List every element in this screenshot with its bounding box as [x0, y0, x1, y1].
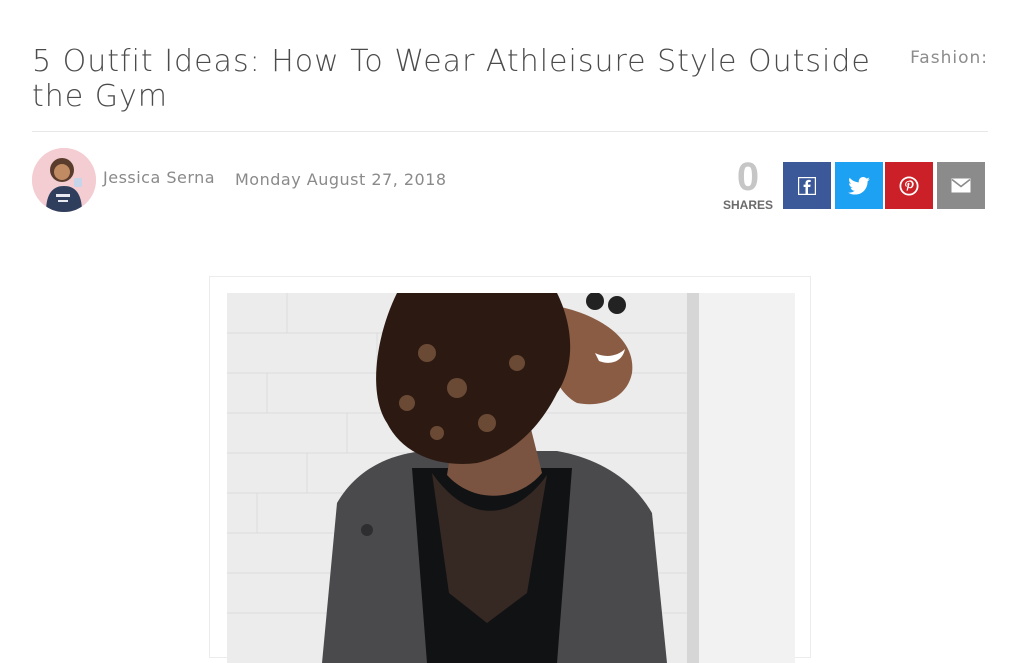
email-icon	[951, 178, 971, 193]
email-share-button[interactable]	[937, 162, 985, 209]
featured-photo-woman-in-athleisure	[227, 293, 795, 663]
facebook-share-button[interactable]	[783, 162, 831, 209]
pinterest-share-button[interactable]	[885, 162, 933, 209]
share-count-label: SHARES	[722, 198, 773, 212]
facebook-icon	[798, 176, 816, 195]
author-avatar[interactable]	[32, 148, 96, 212]
author-name[interactable]: Jessica Serna	[103, 168, 215, 187]
pinterest-icon	[899, 175, 919, 196]
article-title: 5 Outfit Ideas: How To Wear Athleisure S…	[32, 44, 871, 114]
avatar-image	[32, 148, 96, 212]
publish-date: Monday August 27, 2018	[235, 170, 447, 189]
byline: Jessica Serna Monday August 27, 2018 0 S…	[32, 148, 988, 214]
featured-image-frame	[209, 276, 811, 663]
category-link[interactable]: Fashion:	[910, 48, 988, 68]
featured-image[interactable]	[227, 293, 795, 663]
share-count: 0	[736, 155, 760, 199]
header-divider	[32, 131, 988, 132]
share-counter: 0 SHARES	[720, 155, 776, 212]
twitter-share-button[interactable]	[835, 162, 883, 209]
twitter-icon	[848, 176, 870, 195]
